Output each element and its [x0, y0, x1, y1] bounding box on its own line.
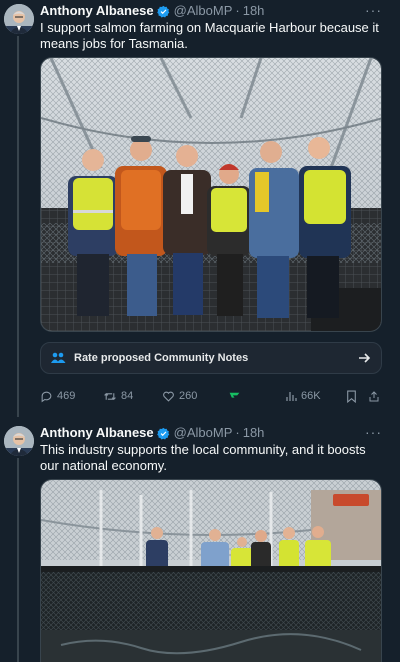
reply-count: 469 — [57, 390, 76, 402]
timestamp[interactable]: 18h — [243, 425, 265, 441]
share-button[interactable] — [368, 390, 380, 403]
share-icon — [368, 390, 380, 403]
bookmark-icon — [346, 390, 357, 403]
separator-dot: · — [235, 3, 240, 18]
tweet-header: Anthony Albanese @AlboMP · 18h — [40, 3, 264, 19]
tweet-actions: 469 84 260 66K — [40, 386, 385, 406]
retweet-button[interactable]: 84 — [103, 390, 133, 403]
avatar[interactable] — [4, 426, 34, 456]
verified-badge-icon — [156, 5, 170, 18]
separator-dot: · — [235, 425, 240, 440]
tweet-2[interactable]: Anthony Albanese @AlboMP · 18h ··· This … — [0, 422, 400, 662]
reply-button[interactable]: 469 — [40, 390, 75, 403]
community-notes-button[interactable]: Rate proposed Community Notes — [40, 342, 382, 374]
author-name[interactable]: Anthony Albanese — [40, 3, 154, 19]
reply-icon — [40, 390, 53, 403]
retweet-icon — [103, 390, 117, 403]
like-count: 260 — [179, 390, 198, 402]
retweet-count: 84 — [121, 390, 134, 402]
tweet-photo[interactable] — [40, 479, 382, 662]
fish-pen-photo — [41, 480, 381, 662]
tweet-text: I support salmon farming on Macquarie Ha… — [40, 20, 379, 51]
avatar[interactable] — [4, 4, 34, 34]
author-handle[interactable]: @AlboMP — [174, 3, 233, 19]
tweet-header: Anthony Albanese @AlboMP · 18h — [40, 425, 264, 441]
like-icon — [162, 390, 175, 403]
views-count: 66K — [301, 390, 321, 402]
salmon-farm-group-photo — [41, 58, 381, 331]
more-icon[interactable]: ··· — [365, 424, 382, 440]
views-icon — [285, 390, 297, 402]
bookmark-button[interactable] — [346, 390, 357, 403]
author-handle[interactable]: @AlboMP — [174, 425, 233, 441]
like-button[interactable]: 260 — [162, 390, 197, 403]
author-name[interactable]: Anthony Albanese — [40, 425, 154, 441]
grok-button[interactable] — [228, 390, 241, 403]
timestamp[interactable]: 18h — [243, 3, 265, 19]
community-notes-label: Rate proposed Community Notes — [74, 352, 249, 364]
more-icon[interactable]: ··· — [365, 2, 382, 18]
tweet-text: This industry supports the local communi… — [40, 442, 366, 473]
arrow-right-icon — [358, 352, 371, 364]
community-notes-icon — [51, 352, 66, 364]
tweet-photo[interactable] — [40, 57, 382, 332]
verified-badge-icon — [156, 427, 170, 440]
tweet-1[interactable]: Anthony Albanese @AlboMP · 18h ··· I sup… — [0, 0, 400, 420]
grok-icon — [228, 390, 241, 403]
views-button[interactable]: 66K — [285, 390, 321, 402]
